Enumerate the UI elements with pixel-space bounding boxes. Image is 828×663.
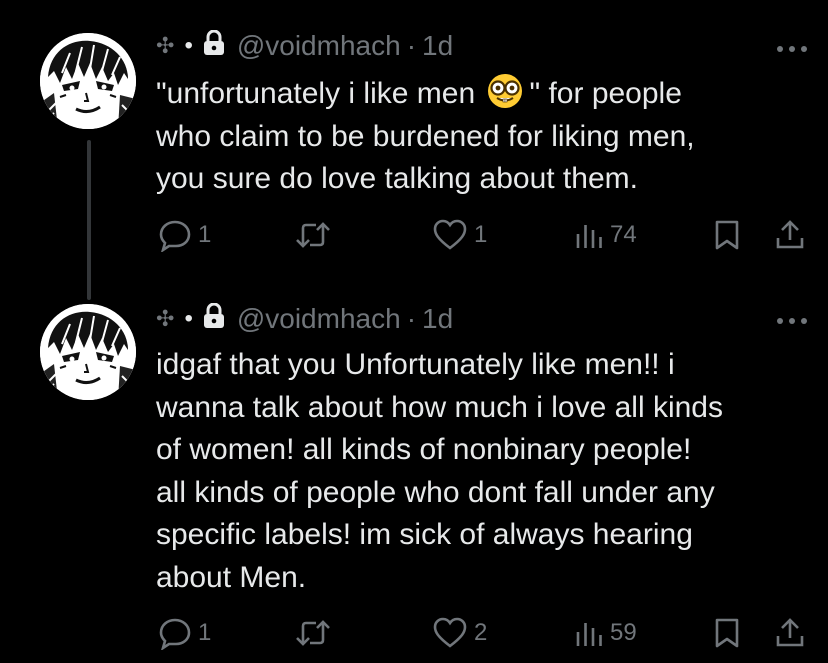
lock-icon xyxy=(203,302,225,336)
tweet-text-line: wanna talk about how much i love all kin… xyxy=(156,390,723,424)
heart-icon xyxy=(432,218,468,252)
bookmark-button[interactable] xyxy=(713,613,741,653)
repost-button[interactable] xyxy=(294,613,338,653)
bookmark-icon xyxy=(713,218,741,252)
reply-button[interactable]: 1 xyxy=(158,613,211,653)
share-icon xyxy=(774,616,806,650)
tweet-1[interactable]: ✣ • @voidmhach · 1d "unfortunately i lik… xyxy=(0,0,828,300)
reply-button[interactable]: 1 xyxy=(158,215,211,255)
like-count: 1 xyxy=(474,221,488,248)
tweet-text-line: of women! all kinds of nonbinary people! xyxy=(156,433,692,466)
tweet-text-line: idgaf that you Unfortunately like men!! … xyxy=(156,348,675,381)
repost-icon xyxy=(294,616,332,650)
reply-count: 1 xyxy=(198,221,212,248)
avatar-manga-illustration xyxy=(40,33,136,129)
bookmark-icon xyxy=(713,616,741,650)
share-button[interactable] xyxy=(774,215,806,255)
timestamp[interactable]: 1d xyxy=(422,30,453,62)
view-count: 59 xyxy=(610,619,637,646)
share-icon xyxy=(774,218,806,252)
name-glyph: ✣ xyxy=(156,33,175,59)
timestamp[interactable]: 1d xyxy=(422,303,453,335)
avatar[interactable] xyxy=(40,33,136,129)
more-options-icon[interactable] xyxy=(776,42,808,54)
tweet-text: "unfortunately i like men " for people w… xyxy=(156,73,806,201)
more-options-icon[interactable] xyxy=(776,314,808,326)
avatar[interactable] xyxy=(40,304,136,400)
view-count: 74 xyxy=(610,221,637,248)
tweet-actions: 1 2 59 xyxy=(0,613,828,653)
tweet-header: ✣ • @voidmhach · 1d xyxy=(156,301,453,337)
repost-icon xyxy=(294,218,332,252)
nerd-face-icon xyxy=(487,73,523,109)
repost-button[interactable] xyxy=(294,215,338,255)
lock-icon xyxy=(203,29,225,63)
tweet-text-line: you sure do love talking about them. xyxy=(156,162,638,195)
name-glyph: ✣ xyxy=(156,306,175,332)
like-count: 2 xyxy=(474,619,488,646)
reply-count: 1 xyxy=(198,619,212,646)
tweet-text: idgaf that you Unfortunately like men!! … xyxy=(156,344,806,599)
avatar-manga-illustration xyxy=(40,304,136,400)
time-separator: · xyxy=(406,30,417,61)
tweet-actions: 1 1 74 xyxy=(0,215,828,255)
like-button[interactable]: 1 xyxy=(432,215,487,255)
time-separator: · xyxy=(406,303,417,334)
share-button[interactable] xyxy=(774,613,806,653)
heart-icon xyxy=(432,616,468,650)
reply-icon xyxy=(158,616,192,650)
reply-icon xyxy=(158,218,192,252)
tweet-header: ✣ • @voidmhach · 1d xyxy=(156,28,453,64)
views-button[interactable]: 74 xyxy=(574,215,637,255)
author-handle[interactable]: @voidmhach xyxy=(237,30,401,62)
bookmark-button[interactable] xyxy=(713,215,741,255)
name-dot: • xyxy=(184,305,193,332)
name-dot: • xyxy=(184,32,193,59)
tweet-text-line: all kinds of people who dont fall under … xyxy=(156,475,715,509)
like-button[interactable]: 2 xyxy=(432,613,487,653)
tweet-2[interactable]: ✣ • @voidmhach · 1d idgaf that you Unfor… xyxy=(0,280,828,663)
tweet-text-line: who claim to be burdened for liking men, xyxy=(156,119,695,153)
author-handle[interactable]: @voidmhach xyxy=(237,303,401,335)
views-bar-chart-icon xyxy=(574,219,604,251)
views-button[interactable]: 59 xyxy=(574,613,637,653)
tweet-text-line: "unfortunately i like men " for people xyxy=(156,73,806,116)
views-bar-chart-icon xyxy=(574,617,604,649)
tweet-text-line: about Men. xyxy=(156,560,307,594)
tweet-text-line: specific labels! im sick of always heari… xyxy=(156,518,693,551)
